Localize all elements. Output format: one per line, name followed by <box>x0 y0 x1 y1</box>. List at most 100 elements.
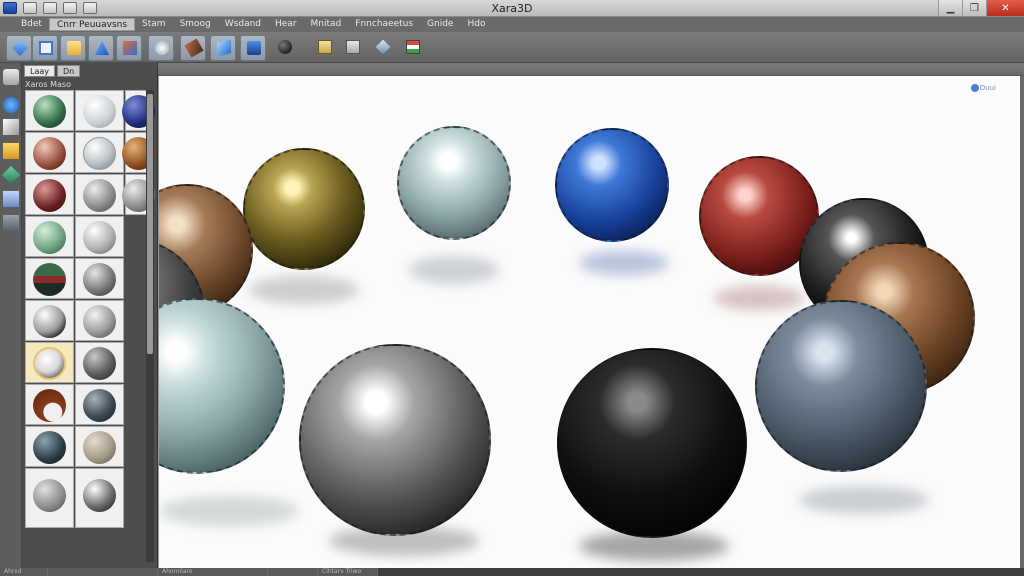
minimize-button[interactable]: ▁ <box>938 0 962 16</box>
copy-icon <box>318 40 332 54</box>
teal-glass-sphere[interactable] <box>159 298 285 474</box>
toolbar-button[interactable] <box>400 35 426 61</box>
menu-item[interactable]: Stam <box>135 18 173 31</box>
paste-icon <box>346 40 360 54</box>
status-spacer <box>268 568 318 576</box>
scroll-thumb[interactable] <box>147 94 153 354</box>
toolbar-button[interactable] <box>32 35 58 61</box>
toolbar-button[interactable] <box>180 35 206 61</box>
design-canvas[interactable]: Duui <box>158 76 1020 568</box>
material-swatch[interactable] <box>25 468 74 528</box>
menu-item[interactable]: Hear <box>268 18 304 31</box>
material-swatch[interactable] <box>75 384 124 425</box>
blue-sphere[interactable] <box>555 128 669 242</box>
toolbar-button[interactable] <box>116 35 142 61</box>
material-swatch[interactable] <box>75 468 124 528</box>
menu-bar: Bdet Cnrr Peuuavsns Stam Smoog Wsdand He… <box>0 17 1024 32</box>
gallery-tab[interactable]: Laay <box>24 65 55 77</box>
material-swatch[interactable] <box>25 300 74 341</box>
extrude-icon <box>217 39 231 57</box>
render-icon <box>406 40 420 54</box>
material-swatch[interactable] <box>25 258 74 299</box>
status-bar: Ahrxd Ahonnlaro Clhtarv Triwo <box>0 568 1024 576</box>
sphere-shadow <box>159 496 299 526</box>
material-swatch[interactable] <box>75 90 124 131</box>
toolbar-button[interactable] <box>370 35 396 61</box>
rotate-tool-icon[interactable] <box>3 97 19 113</box>
view-tool-icon[interactable] <box>3 215 19 231</box>
toolbar-button[interactable] <box>272 35 298 61</box>
material-swatch[interactable] <box>122 90 155 131</box>
menu-item[interactable]: Smoog <box>173 18 218 31</box>
slate-blue-sphere[interactable] <box>755 300 927 472</box>
toolbar-button[interactable] <box>6 35 32 61</box>
folder-icon <box>67 41 81 55</box>
glass-sphere[interactable] <box>397 126 511 240</box>
material-swatch[interactable] <box>75 258 124 299</box>
material-swatch[interactable] <box>25 132 74 173</box>
material-swatch[interactable] <box>75 216 124 257</box>
material-swatch[interactable] <box>25 216 74 257</box>
sphere-shadow <box>249 276 359 304</box>
lighting-icon <box>155 41 169 55</box>
vertical-scrollbar[interactable] <box>1020 76 1024 568</box>
menu-item[interactable]: Bdet <box>14 18 49 31</box>
maximize-button[interactable]: ❐ <box>962 0 986 16</box>
menu-item[interactable]: Hdo <box>460 18 492 31</box>
status-field: Clhtarv Triwo <box>318 568 378 576</box>
material-swatch[interactable] <box>25 426 74 467</box>
window-controls: ▁ ❐ ✕ <box>938 0 1024 16</box>
shape-tool-icon[interactable] <box>1 165 21 185</box>
color-tool-icon[interactable] <box>3 143 19 159</box>
toolbar-button[interactable] <box>148 35 174 61</box>
material-swatch[interactable] <box>122 132 155 173</box>
gallery-tab[interactable]: Dn <box>57 65 81 77</box>
material-swatch[interactable] <box>75 174 124 215</box>
toolbar-button[interactable] <box>340 35 366 61</box>
menu-item[interactable]: Wsdand <box>218 18 268 31</box>
material-swatch[interactable] <box>75 132 124 173</box>
close-button[interactable]: ✕ <box>986 0 1024 16</box>
select-icon <box>39 41 53 55</box>
bevel-icon <box>247 41 261 55</box>
menu-item[interactable]: Gnide <box>420 18 460 31</box>
toolbar-button[interactable] <box>210 35 236 61</box>
material-swatch[interactable] <box>25 174 74 215</box>
zoom-control[interactable]: Duui <box>970 84 996 92</box>
material-swatch[interactable] <box>25 90 74 131</box>
toolbar-button[interactable] <box>88 35 114 61</box>
pointer-tool-icon[interactable] <box>3 69 19 85</box>
material-swatch[interactable] <box>122 174 155 215</box>
rotate-icon <box>95 41 109 55</box>
text-tool-icon[interactable] <box>3 119 19 135</box>
material-swatch[interactable] <box>75 342 124 383</box>
export-icon <box>375 39 391 55</box>
material-swatch[interactable] <box>75 426 124 467</box>
menu-item[interactable]: Fnnchaeetus <box>348 18 420 31</box>
gallery-tabs: Laay Dn <box>24 65 81 78</box>
material-swatch[interactable] <box>25 384 74 425</box>
cube-icon <box>12 40 28 56</box>
sphere-icon <box>278 40 292 54</box>
toolbar-button[interactable] <box>312 35 338 61</box>
material-swatch[interactable] <box>75 300 124 341</box>
material-swatch-selected[interactable] <box>25 342 74 383</box>
ruler-top <box>158 63 1024 76</box>
chrome-sphere[interactable] <box>299 344 491 536</box>
texture-icon <box>123 41 137 55</box>
gallery-scrollbar[interactable] <box>146 90 154 562</box>
tool-strip <box>0 63 22 576</box>
light-tool-icon[interactable] <box>3 191 19 207</box>
toolbar-button[interactable] <box>240 35 266 61</box>
black-matte-sphere[interactable] <box>557 348 747 538</box>
menu-item[interactable]: Mnitad <box>304 18 349 31</box>
pencil-icon <box>184 38 204 58</box>
main-toolbar <box>0 32 1024 63</box>
toolbar-button[interactable] <box>60 35 86 61</box>
menu-item[interactable]: Cnrr Peuuavsns <box>48 18 136 31</box>
zoom-label: Duui <box>979 84 996 92</box>
olive-metal-sphere[interactable] <box>243 148 365 270</box>
window-title: Xara3D <box>491 2 533 15</box>
sphere-shadow <box>799 486 929 514</box>
status-field: Ahonnlaro <box>158 568 268 576</box>
